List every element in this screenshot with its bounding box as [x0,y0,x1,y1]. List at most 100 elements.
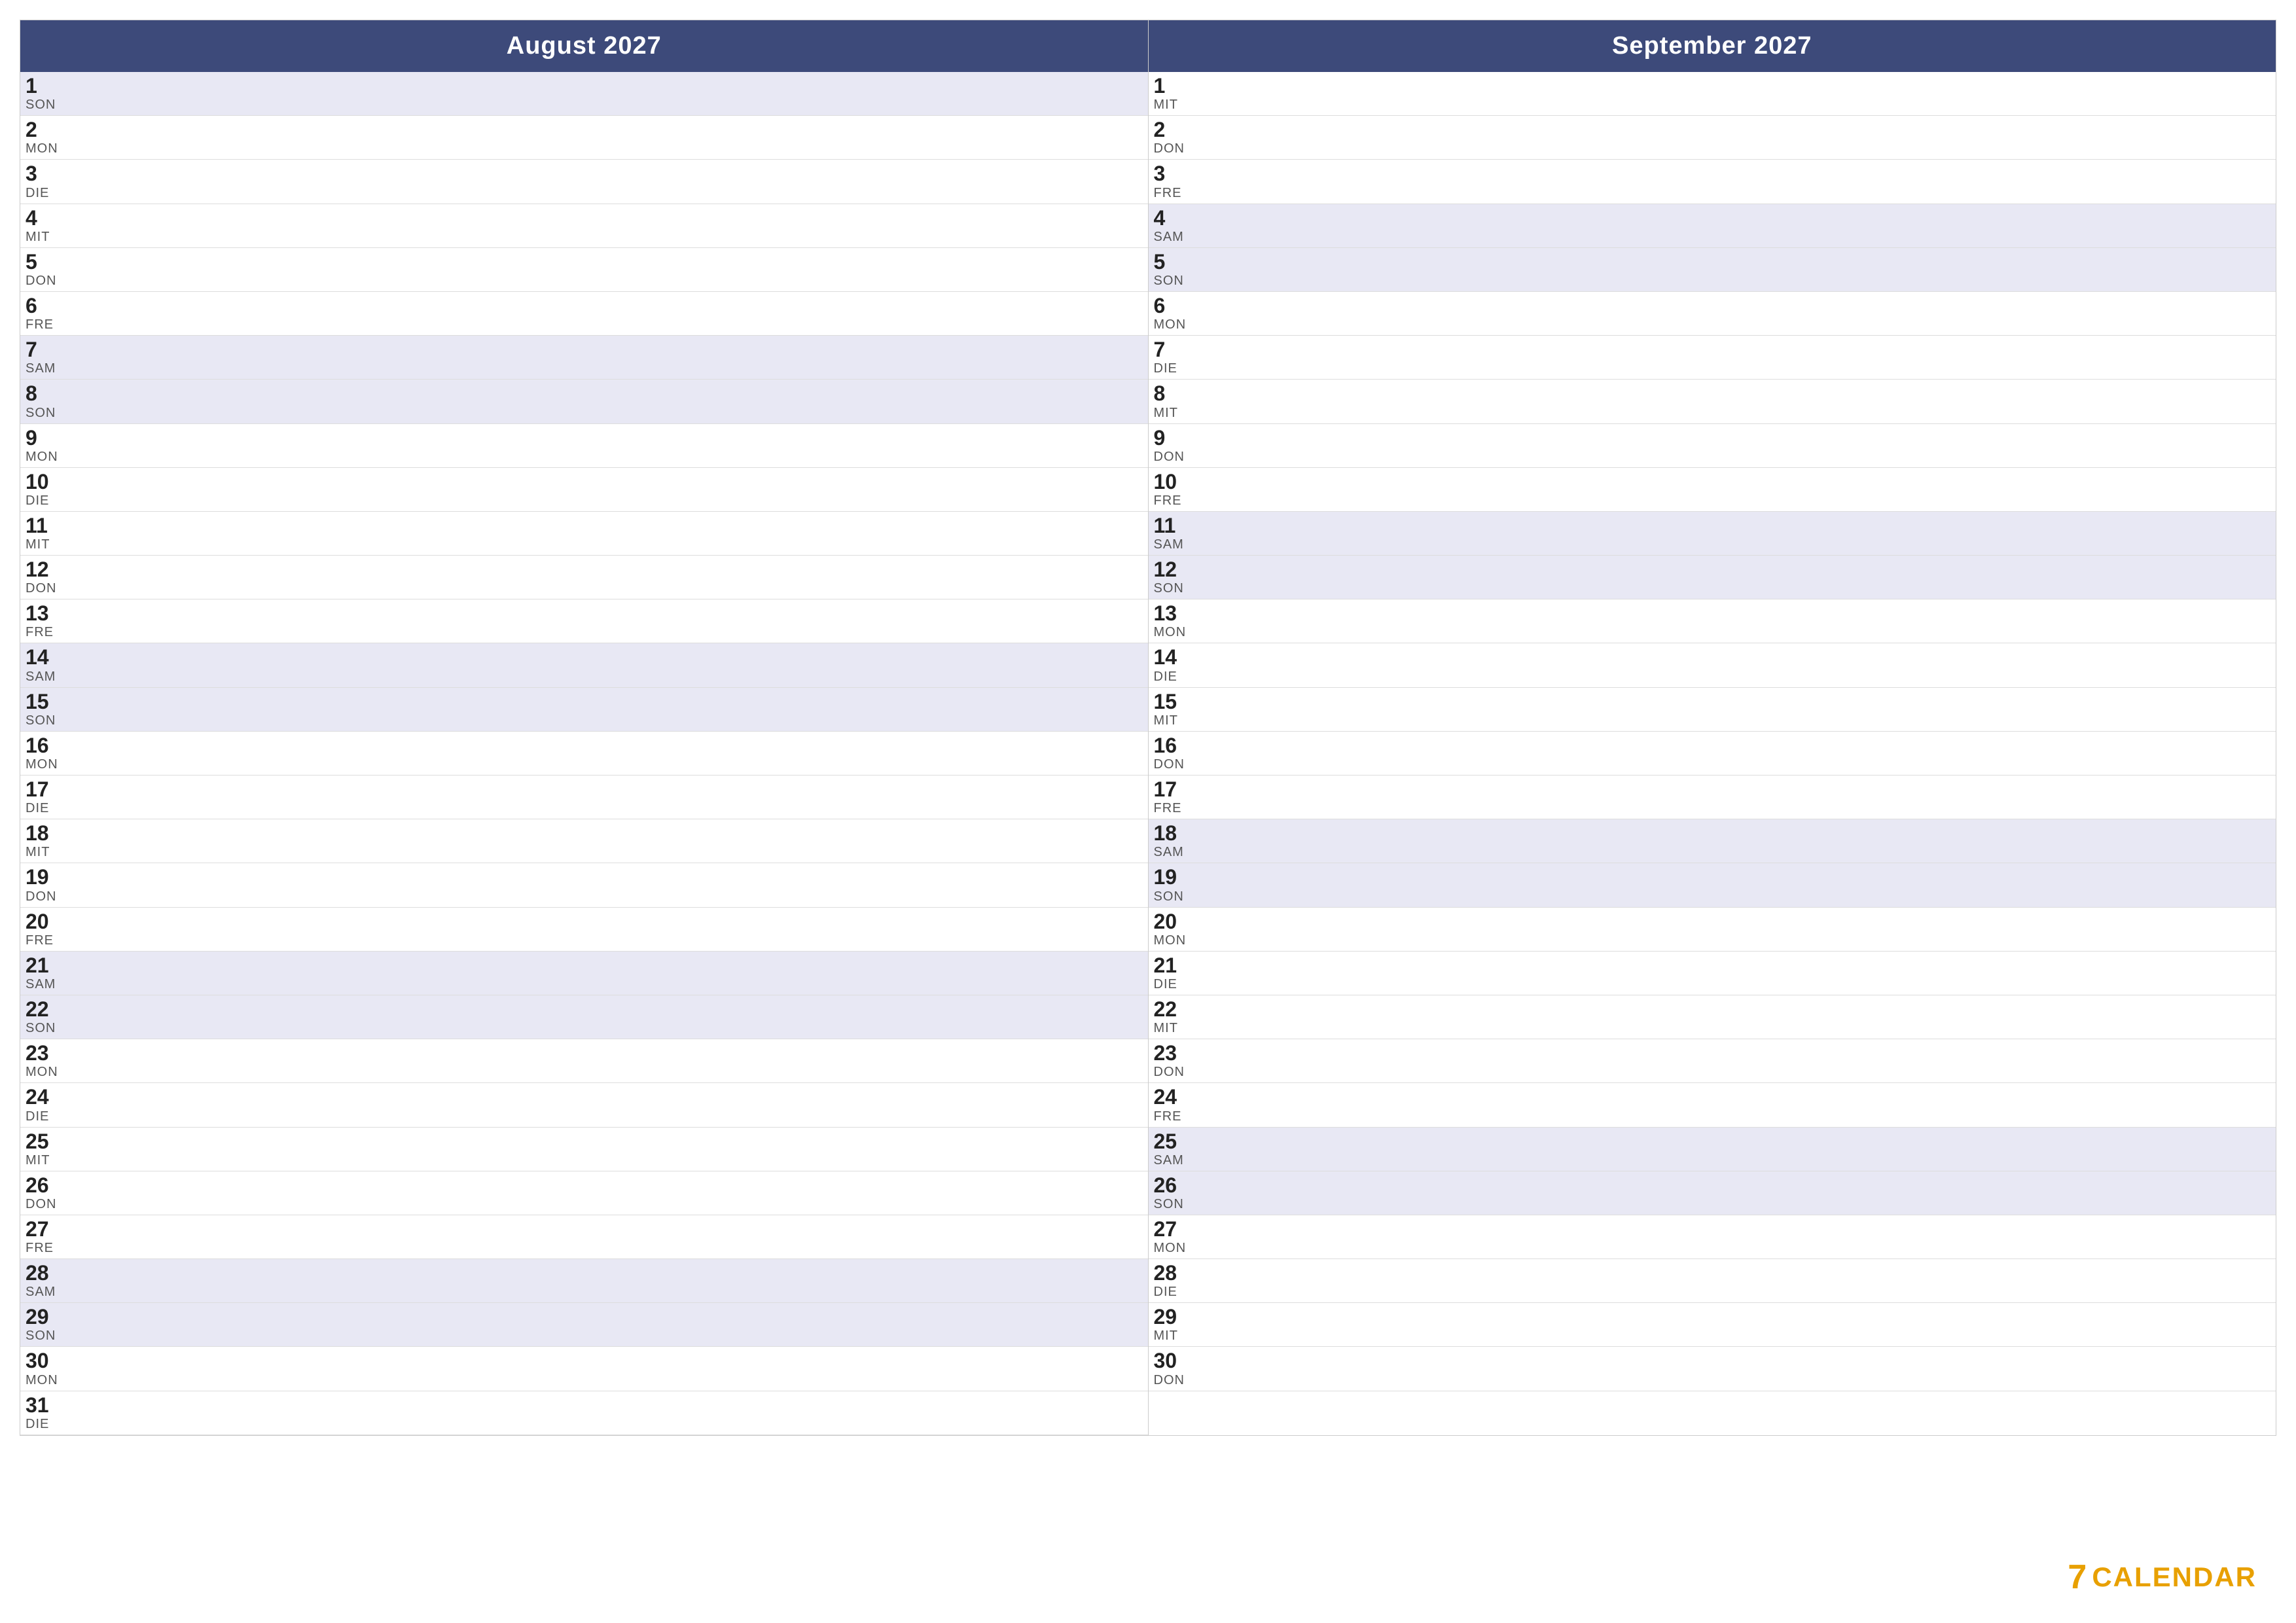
day-row: 9DON [1149,424,2276,468]
month-header-august-2027: August 2027 [20,20,1148,72]
day-row: 10FRE [1149,468,2276,512]
day-name: MIT [1154,1329,2271,1344]
day-name: MON [1154,317,2271,332]
day-number: 17 [26,778,1143,801]
day-row: 3DIE [20,160,1148,204]
day-name: DIE [1154,1285,2271,1300]
day-row: 30DON [1149,1347,2276,1391]
day-number: 21 [26,954,1143,977]
day-row: 29SON [20,1303,1148,1347]
day-name: DIE [1154,361,2271,376]
day-name: DIE [1154,669,2271,685]
day-name: MON [26,450,1143,465]
month-header-september-2027: September 2027 [1149,20,2276,72]
watermark: 7 CALENDAR [2068,1558,2257,1597]
day-name: SAM [1154,537,2271,552]
day-name: MIT [26,537,1143,552]
day-number: 8 [1154,382,2271,405]
day-number: 12 [26,558,1143,581]
day-row: 6FRE [20,292,1148,336]
day-number: 24 [1154,1086,2271,1109]
day-row: 11SAM [1149,512,2276,556]
day-number: 13 [1154,602,2271,625]
day-number: 31 [26,1394,1143,1417]
day-number: 26 [26,1174,1143,1197]
day-row: 27FRE [20,1215,1148,1259]
day-row: 9MON [20,424,1148,468]
day-row: 5DON [20,248,1148,292]
day-number: 24 [26,1086,1143,1109]
day-number: 15 [1154,690,2271,713]
day-row: 25MIT [20,1128,1148,1171]
day-name: FRE [1154,493,2271,508]
day-row: 3FRE [1149,160,2276,204]
day-row: 18SAM [1149,819,2276,863]
day-name: DON [26,581,1143,596]
day-number: 25 [1154,1130,2271,1153]
day-name: MON [1154,933,2271,948]
day-row: 24DIE [20,1083,1148,1127]
day-number: 14 [26,646,1143,669]
day-row: 17FRE [1149,776,2276,819]
day-number: 19 [26,866,1143,889]
day-name: MIT [1154,98,2271,113]
day-name: MON [26,1065,1143,1080]
day-name: FRE [26,1241,1143,1256]
day-name: MIT [1154,713,2271,728]
day-name: DIE [26,801,1143,816]
day-row: 26SON [1149,1171,2276,1215]
day-number: 3 [26,162,1143,185]
day-number: 1 [26,75,1143,98]
day-row: 23DON [1149,1039,2276,1083]
day-number: 7 [26,338,1143,361]
day-number: 28 [26,1262,1143,1285]
day-row: 1SON [20,72,1148,116]
day-number: 28 [1154,1262,2271,1285]
day-row: 12SON [1149,556,2276,599]
day-number: 13 [26,602,1143,625]
day-name: MIT [1154,406,2271,421]
day-number: 20 [26,910,1143,933]
watermark-icon: 7 [2068,1558,2087,1597]
day-number: 4 [1154,207,2271,230]
day-number: 30 [26,1349,1143,1372]
day-name: FRE [1154,801,2271,816]
day-number: 5 [1154,251,2271,274]
day-name: DON [1154,757,2271,772]
day-row: 31DIE [20,1391,1148,1435]
day-name: MON [26,757,1143,772]
day-name: SON [1154,889,2271,904]
day-row: 13MON [1149,599,2276,643]
watermark-text: CALENDAR [2092,1561,2257,1593]
day-number: 8 [26,382,1143,405]
day-name: MIT [1154,1021,2271,1036]
day-name: MIT [26,845,1143,860]
day-number: 30 [1154,1349,2271,1372]
day-row: 8MIT [1149,380,2276,423]
day-row: 20MON [1149,908,2276,952]
day-row: 15SON [20,688,1148,732]
day-number: 6 [1154,294,2271,317]
day-row: 10DIE [20,468,1148,512]
day-number: 23 [1154,1042,2271,1065]
day-number: 26 [1154,1174,2271,1197]
month-column-september-2027: September 20271MIT2DON3FRE4SAM5SON6MON7D… [1149,20,2276,1435]
day-row: 23MON [20,1039,1148,1083]
day-number: 19 [1154,866,2271,889]
day-row: 15MIT [1149,688,2276,732]
day-name: DON [26,1197,1143,1212]
day-row: 28DIE [1149,1259,2276,1303]
day-number: 17 [1154,778,2271,801]
day-row: 27MON [1149,1215,2276,1259]
day-row: 17DIE [20,776,1148,819]
day-name: SAM [26,361,1143,376]
day-number: 11 [26,514,1143,537]
day-row: 2MON [20,116,1148,160]
day-row: 26DON [20,1171,1148,1215]
day-name: DON [1154,1065,2271,1080]
day-name: SON [26,1021,1143,1036]
day-row: 25SAM [1149,1128,2276,1171]
day-name: DIE [26,186,1143,201]
day-number: 12 [1154,558,2271,581]
day-name: SON [26,406,1143,421]
